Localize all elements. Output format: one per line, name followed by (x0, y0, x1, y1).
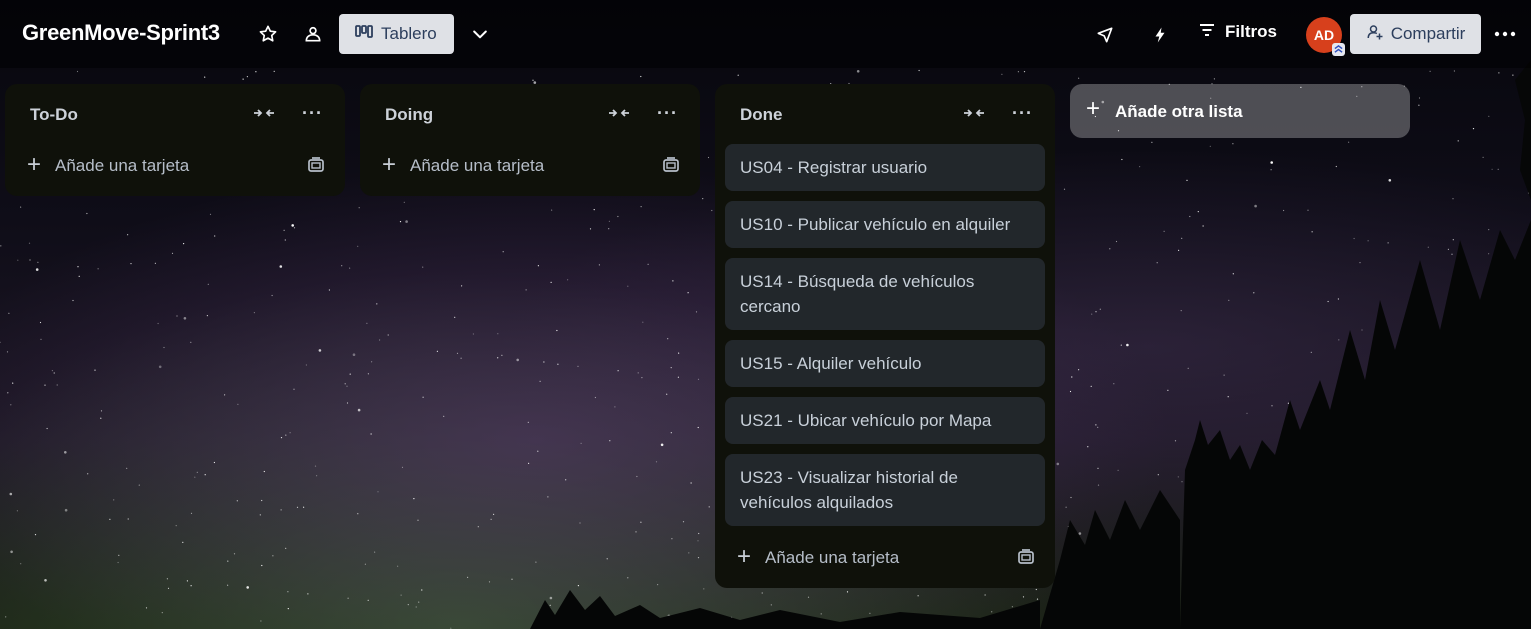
card[interactable]: US04 - Registrar usuario (725, 144, 1045, 191)
share-label: Compartir (1390, 24, 1466, 43)
card[interactable]: US14 - Búsqueda de vehículos cercano (725, 258, 1045, 330)
list-done: Done ··· US04 - Registrar usuario US10 -… (715, 84, 1055, 588)
plus-icon: + (1086, 95, 1101, 122)
add-person-icon (1366, 23, 1384, 46)
list-todo: To-Do ··· + Añade una tarjeta (5, 84, 345, 196)
add-card-button[interactable]: + Añade una tarjeta (715, 536, 1055, 580)
power-ups-rocket-icon[interactable] (1093, 23, 1117, 47)
plus-icon: + (382, 151, 397, 178)
add-list-label: Añade otra lista (1115, 102, 1243, 121)
board-view-label: Tablero (381, 24, 437, 43)
board-view-button[interactable]: Tablero (339, 14, 454, 54)
list-menu-icon[interactable]: ··· (1012, 103, 1033, 124)
card[interactable]: US15 - Alquiler vehículo (725, 340, 1045, 387)
collapse-list-icon[interactable] (253, 106, 275, 125)
avatar-initials: AD (1313, 27, 1335, 43)
plus-icon: + (737, 543, 752, 570)
list-header: Doing ··· (360, 84, 700, 144)
avatar[interactable]: AD (1306, 17, 1345, 56)
filters-label: Filtros (1225, 22, 1277, 41)
list-title[interactable]: To-Do (30, 105, 78, 125)
share-button[interactable]: Compartir (1350, 14, 1481, 54)
add-card-button[interactable]: + Añade una tarjeta (360, 144, 700, 188)
list-header: Done ··· (715, 84, 1055, 144)
workspace-visibility-icon[interactable] (301, 22, 325, 46)
board-header: GreenMove-Sprint3 Tablero Filtros AD Com… (0, 0, 1531, 68)
card-list: US04 - Registrar usuario US10 - Publicar… (715, 144, 1055, 526)
list-header: To-Do ··· (5, 84, 345, 144)
list-title[interactable]: Doing (385, 105, 433, 125)
add-card-label: Añade una tarjeta (765, 548, 900, 567)
more-options-icon[interactable] (1493, 22, 1517, 46)
collapse-list-icon[interactable] (963, 106, 985, 125)
filters-button[interactable]: Filtros (1199, 22, 1277, 42)
card[interactable]: US23 - Visualizar historial de vehículos… (725, 454, 1045, 526)
add-card-label: Añade una tarjeta (55, 156, 190, 175)
list-menu-icon[interactable]: ··· (657, 103, 678, 124)
list-title[interactable]: Done (740, 105, 783, 125)
filter-icon (1199, 22, 1215, 42)
plus-icon: + (27, 151, 42, 178)
card[interactable]: US21 - Ubicar vehículo por Mapa (725, 397, 1045, 444)
automation-bolt-icon[interactable] (1148, 23, 1172, 47)
star-icon[interactable] (256, 22, 280, 46)
list-menu-icon[interactable]: ··· (302, 103, 323, 124)
chevron-down-icon[interactable] (468, 22, 492, 46)
add-card-button[interactable]: + Añade una tarjeta (5, 144, 345, 188)
add-card-label: Añade una tarjeta (410, 156, 545, 175)
card[interactable]: US10 - Publicar vehículo en alquiler (725, 201, 1045, 248)
card-template-icon[interactable] (1017, 548, 1035, 571)
add-list-button[interactable]: + Añade otra lista (1070, 84, 1410, 138)
card-template-icon[interactable] (307, 156, 325, 179)
list-doing: Doing ··· + Añade una tarjeta (360, 84, 700, 196)
board-view-icon (355, 24, 373, 44)
collapse-list-icon[interactable] (608, 106, 630, 125)
board-title[interactable]: GreenMove-Sprint3 (22, 20, 220, 46)
card-template-icon[interactable] (662, 156, 680, 179)
admin-badge-icon (1332, 43, 1345, 56)
